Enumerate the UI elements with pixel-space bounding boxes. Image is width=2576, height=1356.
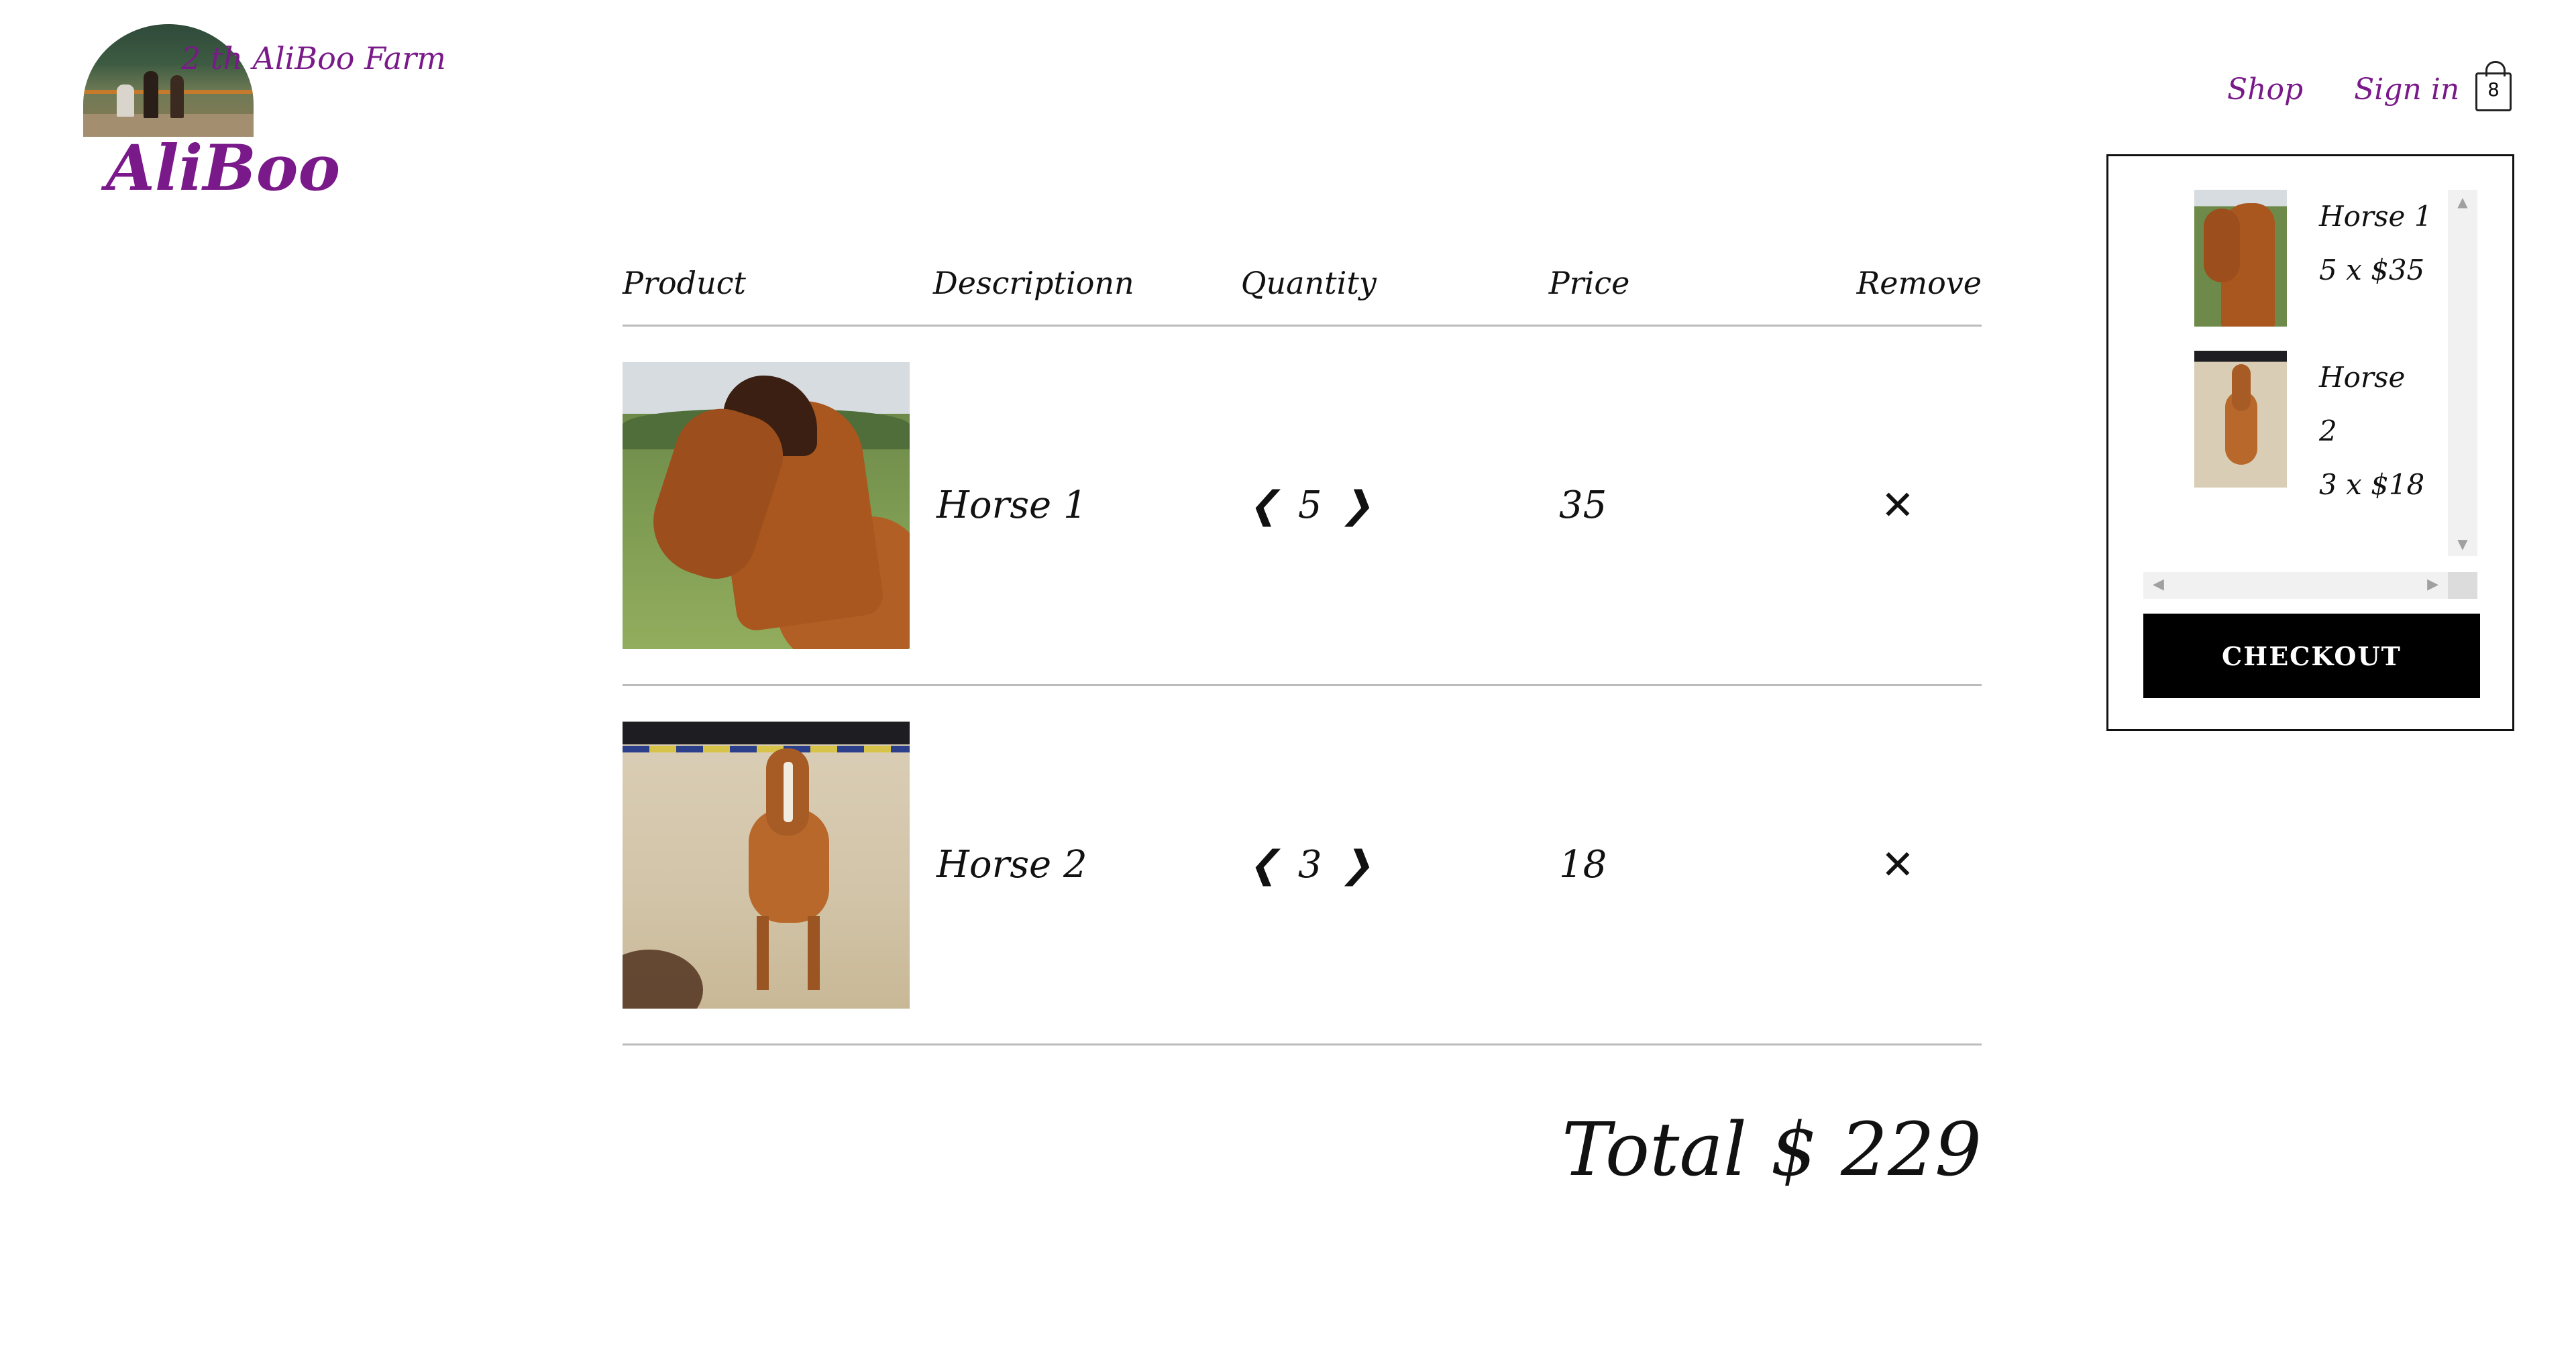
cart-row-horse-1: Horse 1 ❮ 5 ❯ 35 ✕ <box>623 327 1982 686</box>
quantity-value: 5 <box>1297 484 1322 527</box>
horse-1-image <box>623 361 910 649</box>
photo-horse-blaze <box>784 761 793 822</box>
product-price: 18 <box>1559 843 1607 887</box>
remove-item-icon[interactable]: ✕ <box>1881 482 1915 529</box>
decrease-quantity-button[interactable]: ❮ <box>1248 843 1279 887</box>
product-name: Horse 2 <box>936 843 1087 887</box>
increase-quantity-button[interactable]: ❯ <box>1341 484 1373 527</box>
photo-arena-stripe <box>623 745 910 752</box>
photo-horse-leg <box>757 915 769 990</box>
nav-sign-in-link[interactable]: Sign in <box>2354 72 2459 107</box>
mini-cart-vertical-scrollbar[interactable]: ▲ ▼ <box>2448 190 2477 556</box>
shopping-bag-icon[interactable]: 8 <box>2475 61 2512 111</box>
cart-table: Product Descriptionn Quantity Price Remo… <box>623 241 1982 1046</box>
mini-cart-item-line2: 5 x $35 <box>2319 253 2425 286</box>
header-product: Product <box>623 265 746 301</box>
quantity-stepper: ❮ 5 ❯ <box>1248 484 1559 527</box>
increase-quantity-button[interactable]: ❯ <box>1341 843 1373 887</box>
header-quantity: Quantity <box>1240 265 1377 301</box>
logo-horse-white <box>117 84 134 117</box>
cart-total: Total $ 229 <box>1562 1107 1982 1192</box>
mini-cart-item: Horse 2 3 x $18 <box>2194 351 2463 512</box>
scroll-up-arrow-icon[interactable]: ▲ <box>2448 194 2477 210</box>
mini-cart-item-image <box>2194 351 2287 488</box>
scroll-right-arrow-icon[interactable]: ▶ <box>2427 576 2438 593</box>
product-price: 35 <box>1559 484 1607 527</box>
mini-cart-item-text: Horse 2 3 x $18 <box>2319 351 2424 512</box>
brand-name: AliBoo <box>106 131 341 205</box>
quantity-stepper: ❮ 3 ❯ <box>1248 843 1559 887</box>
main-nav: Shop Sign in <box>2227 72 2459 107</box>
remove-item-icon[interactable]: ✕ <box>1881 842 1915 889</box>
mini-cart-item-name: Horse <box>2319 361 2406 394</box>
quantity-value: 3 <box>1297 843 1322 887</box>
mini-cart-item-text: Horse 1 5 x $35 <box>2319 190 2432 327</box>
header-remove: Remove <box>1856 265 1982 301</box>
mini-cart-item-line2: 2 <box>2319 414 2337 447</box>
photo-horse-head <box>2204 209 2240 282</box>
mini-cart-item: Horse 1 5 x $35 <box>2194 190 2463 327</box>
photo-shadow <box>623 949 703 1009</box>
product-name: Horse 1 <box>936 484 1087 527</box>
brand-logo[interactable]: 2 th AliBoo Farm AliBoo <box>83 24 446 205</box>
brand-tagline: 2 th AliBoo Farm <box>181 40 446 76</box>
header-price: Price <box>1548 265 1630 301</box>
scroll-down-arrow-icon[interactable]: ▼ <box>2448 536 2477 552</box>
cart-table-header: Product Descriptionn Quantity Price Remo… <box>623 241 1982 327</box>
cart-row-horse-2: Horse 2 ❮ 3 ❯ 18 ✕ <box>623 686 1982 1046</box>
mini-cart-list[interactable]: Horse 1 5 x $35 Horse 2 3 x $18 <box>2143 190 2480 572</box>
mini-cart-horizontal-scrollbar[interactable]: ◀ ▶ <box>2143 572 2448 599</box>
nav-shop-link[interactable]: Shop <box>2227 72 2303 107</box>
header-description: Descriptionn <box>932 265 1134 301</box>
logo-horse-brown <box>170 75 184 118</box>
logo-horse-dark <box>144 71 158 118</box>
mini-cart-item-line3: 3 x $18 <box>2319 468 2425 501</box>
mini-cart-item-image <box>2194 190 2287 327</box>
mini-cart-panel: Horse 1 5 x $35 Horse 2 3 x $18 ▲ ▼ ◀ ▶ CHEC… <box>2106 154 2514 731</box>
mini-cart-item-name: Horse 1 <box>2319 200 2432 233</box>
checkout-button[interactable]: CHECKOUT <box>2143 614 2480 698</box>
cart-count-badge: 8 <box>2487 78 2500 101</box>
photo-horse-head <box>2232 364 2251 411</box>
scroll-left-arrow-icon[interactable]: ◀ <box>2153 576 2164 593</box>
photo-horse-leg <box>808 915 820 990</box>
scrollbar-corner <box>2448 572 2477 599</box>
decrease-quantity-button[interactable]: ❮ <box>1248 484 1279 527</box>
horse-2-image <box>623 721 910 1009</box>
